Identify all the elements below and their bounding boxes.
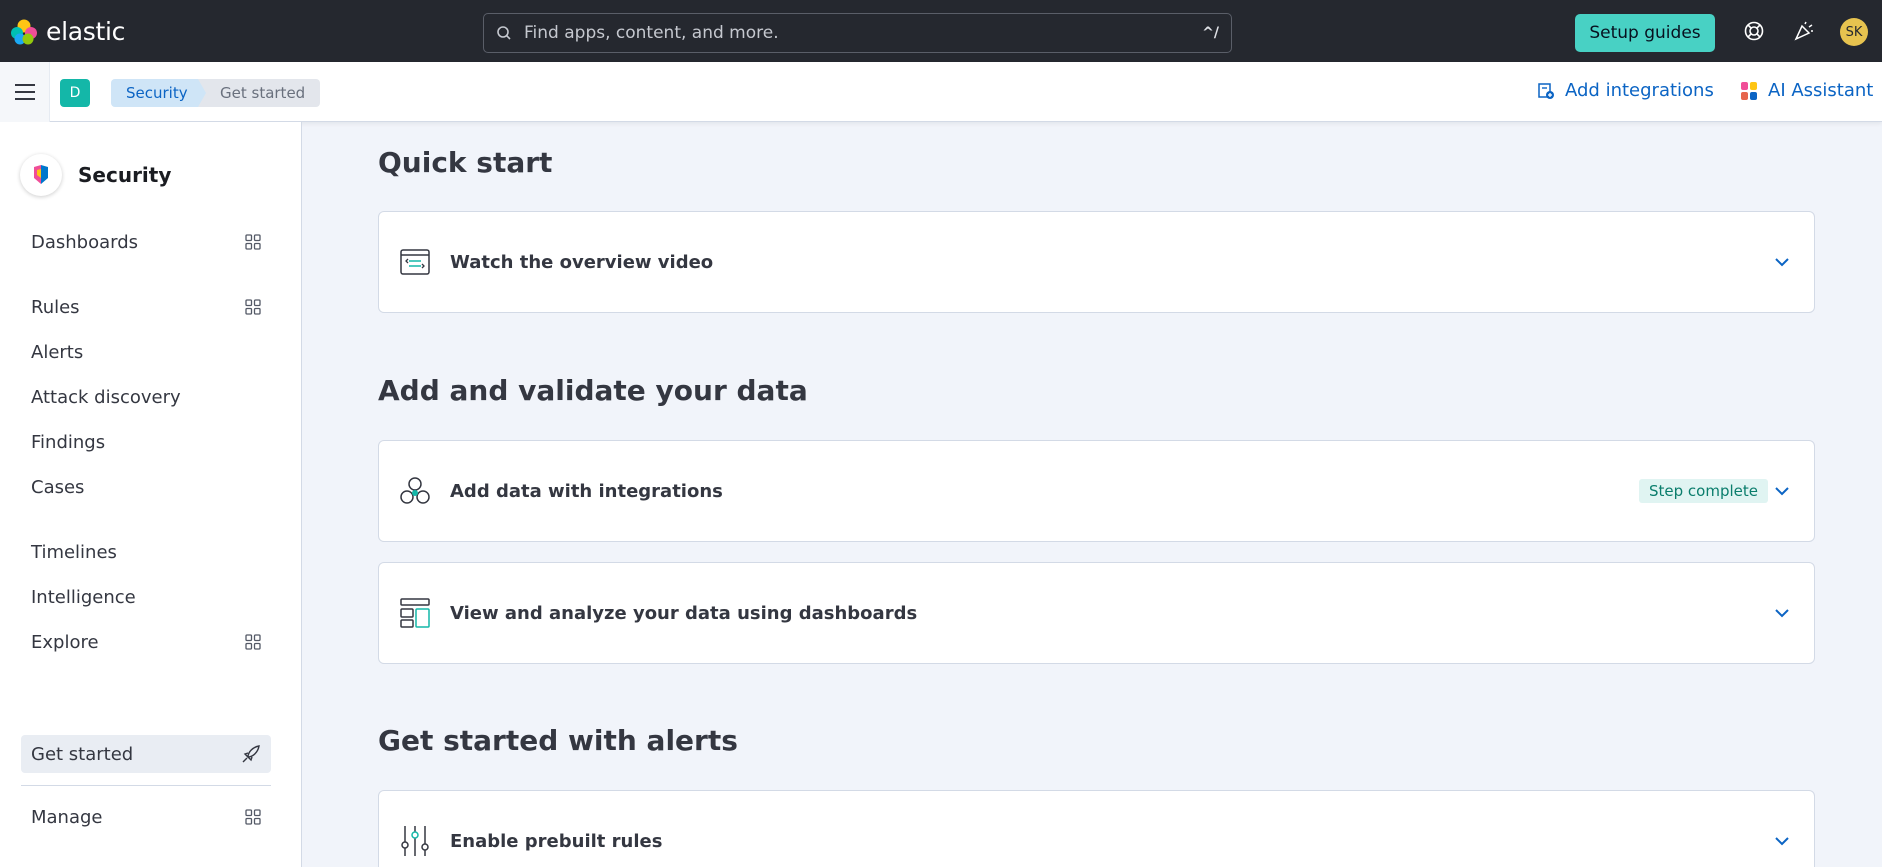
sidebar-item-get-started[interactable]: Get started bbox=[21, 735, 271, 773]
brand-name: elastic bbox=[46, 17, 126, 46]
sidebar-item-label: Rules bbox=[31, 296, 80, 318]
card-add-data-integrations[interactable]: Add data with integrations Step complete bbox=[378, 440, 1815, 542]
menu-toggle-button[interactable] bbox=[0, 62, 50, 122]
grid-icon[interactable] bbox=[245, 234, 261, 250]
card-watch-overview-video[interactable]: Watch the overview video bbox=[378, 211, 1815, 313]
breadcrumb-bar: D Security Get started Add integrations … bbox=[0, 62, 1882, 122]
sidebar-item-label: Dashboards bbox=[31, 231, 139, 253]
grid-icon[interactable] bbox=[245, 634, 261, 650]
sidebar-item-rules[interactable]: Rules bbox=[21, 288, 271, 326]
chevron-down-icon[interactable] bbox=[1774, 486, 1790, 496]
step-complete-badge: Step complete bbox=[1639, 479, 1768, 503]
sidebar-item-attack-discovery[interactable]: Attack discovery bbox=[21, 378, 271, 416]
section-title-alerts: Get started with alerts bbox=[378, 724, 738, 757]
breadcrumb-security[interactable]: Security bbox=[111, 79, 208, 107]
sidebar-item-explore[interactable]: Explore bbox=[21, 623, 271, 661]
space-selector[interactable]: D bbox=[60, 79, 90, 107]
add-integrations-icon bbox=[1538, 82, 1554, 99]
global-search[interactable]: Find apps, content, and more. ^/ bbox=[483, 13, 1232, 53]
help-icon[interactable] bbox=[1741, 18, 1767, 44]
grid-icon[interactable] bbox=[245, 299, 261, 315]
add-integrations-link[interactable]: Add integrations bbox=[1537, 80, 1714, 101]
elastic-logo[interactable]: elastic bbox=[10, 17, 125, 46]
sidebar-title: Security bbox=[78, 163, 172, 187]
card-label: Watch the overview video bbox=[450, 251, 714, 273]
news-feed-icon[interactable] bbox=[1791, 18, 1817, 44]
ai-assistant-label: AI Assistant bbox=[1768, 80, 1874, 101]
integrations-icon bbox=[398, 474, 432, 508]
sidebar-header: Security bbox=[20, 154, 171, 196]
hamburger-icon bbox=[14, 84, 35, 100]
chevron-down-icon[interactable] bbox=[1774, 257, 1790, 267]
sidebar-item-dashboards[interactable]: Dashboards bbox=[21, 223, 271, 261]
sidebar-item-timelines[interactable]: Timelines bbox=[21, 533, 271, 571]
top-header: elastic Find apps, content, and more. ^/… bbox=[0, 0, 1882, 62]
video-icon bbox=[398, 245, 432, 279]
ai-assistant-button[interactable]: AI Assistant bbox=[1740, 80, 1873, 101]
card-label: Add data with integrations bbox=[450, 480, 723, 502]
rocket-icon bbox=[242, 745, 260, 763]
sidebar-item-findings[interactable]: Findings bbox=[21, 423, 271, 461]
section-title-quick-start: Quick start bbox=[378, 146, 553, 179]
sidebar-item-label: Explore bbox=[31, 631, 99, 653]
dashboard-layout-icon bbox=[398, 596, 432, 630]
sidebar-item-label: Cases bbox=[31, 476, 85, 498]
sidebar-item-intelligence[interactable]: Intelligence bbox=[21, 578, 271, 616]
sidebar-item-label: Alerts bbox=[31, 341, 84, 363]
security-logo-icon bbox=[20, 154, 62, 196]
get-started-main: Quick start Watch the overview video Add… bbox=[302, 122, 1882, 867]
sidebar-item-label: Findings bbox=[31, 431, 106, 453]
user-avatar[interactable]: SK bbox=[1840, 18, 1868, 46]
search-shortcut: ^/ bbox=[1202, 25, 1219, 41]
security-sidebar: Security Dashboards Rules Alerts Attack … bbox=[0, 122, 302, 867]
sidebar-item-label: Attack discovery bbox=[31, 386, 181, 408]
add-integrations-label: Add integrations bbox=[1565, 80, 1714, 101]
sidebar-item-alerts[interactable]: Alerts bbox=[21, 333, 271, 371]
card-label: Enable prebuilt rules bbox=[450, 830, 663, 852]
search-input[interactable]: Find apps, content, and more. bbox=[524, 23, 1202, 43]
sidebar-item-label: Timelines bbox=[31, 541, 117, 563]
sidebar-item-manage[interactable]: Manage bbox=[21, 798, 271, 836]
sidebar-item-label: Intelligence bbox=[31, 586, 136, 608]
sidebar-item-cases[interactable]: Cases bbox=[21, 468, 271, 506]
chevron-down-icon[interactable] bbox=[1774, 836, 1790, 846]
grid-icon[interactable] bbox=[245, 809, 261, 825]
sliders-icon bbox=[398, 824, 432, 858]
sidebar-item-label: Manage bbox=[31, 806, 103, 828]
chevron-down-icon[interactable] bbox=[1774, 608, 1790, 618]
ai-assistant-icon bbox=[1741, 81, 1757, 100]
setup-guides-button[interactable]: Setup guides bbox=[1575, 14, 1715, 52]
card-view-analyze-dashboards[interactable]: View and analyze your data using dashboa… bbox=[378, 562, 1815, 664]
sidebar-divider bbox=[21, 785, 271, 786]
card-label: View and analyze your data using dashboa… bbox=[450, 602, 918, 624]
elastic-logo-icon bbox=[11, 19, 37, 44]
card-enable-prebuilt-rules[interactable]: Enable prebuilt rules bbox=[378, 790, 1815, 867]
search-icon bbox=[497, 26, 511, 40]
sidebar-item-label: Get started bbox=[31, 743, 134, 765]
section-title-add-validate-data: Add and validate your data bbox=[378, 374, 808, 407]
breadcrumb-get-started: Get started bbox=[198, 79, 321, 107]
